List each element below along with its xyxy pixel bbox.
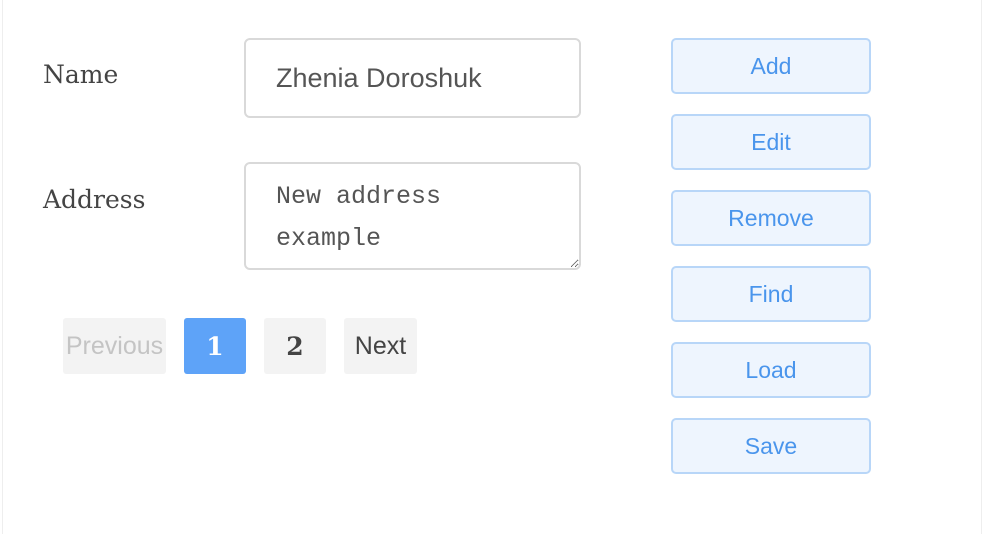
action-buttons: Add Edit Remove Find Load Save [671, 38, 871, 494]
form-panel: Name Address New address example Previou… [2, 0, 982, 534]
next-page-button[interactable]: Next [344, 318, 417, 374]
find-button[interactable]: Find [671, 266, 871, 322]
name-input[interactable] [244, 38, 581, 118]
add-button[interactable]: Add [671, 38, 871, 94]
address-label: Address [43, 185, 146, 214]
page-1-button[interactable]: 1 [184, 318, 246, 374]
load-button[interactable]: Load [671, 342, 871, 398]
name-label: Name [43, 60, 119, 89]
previous-page-button[interactable]: Previous [63, 318, 166, 374]
remove-button[interactable]: Remove [671, 190, 871, 246]
address-textarea[interactable]: New address example [244, 162, 581, 270]
edit-button[interactable]: Edit [671, 114, 871, 170]
save-button[interactable]: Save [671, 418, 871, 474]
page-2-button[interactable]: 2 [264, 318, 326, 374]
